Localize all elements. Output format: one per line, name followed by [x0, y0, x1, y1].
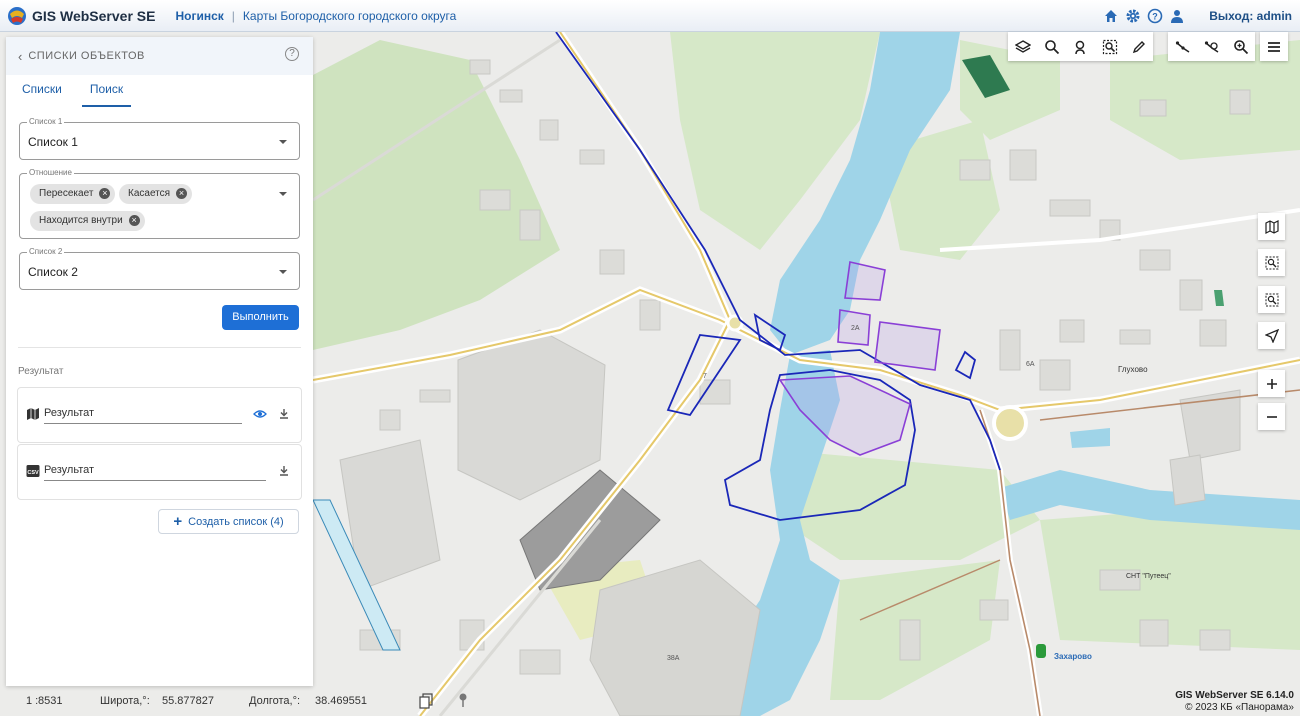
relation-select[interactable]: Отношение Пересекает × Касается × Находи… [19, 168, 300, 239]
version-text: GIS WebServer SE 6.14.0 [1175, 690, 1294, 701]
result-item[interactable]: CSV Результат [17, 444, 302, 500]
result-name: Результат [44, 407, 95, 419]
chip-remove-icon[interactable]: × [176, 188, 188, 199]
latitude-value: 55.877827 [162, 695, 214, 707]
title-separator: | [231, 8, 235, 23]
tab-lists[interactable]: Списки [14, 75, 70, 107]
roundabout [992, 405, 1028, 441]
building [1169, 454, 1206, 506]
search-object-icon[interactable] [1066, 32, 1095, 61]
help-icon[interactable]: ? [1147, 8, 1163, 24]
panel-tabs: Списки Поиск [6, 75, 313, 107]
header-actions: ? Выход: admin [1103, 0, 1292, 32]
scale-value: 8531 [38, 695, 63, 707]
svg-text:?: ? [1153, 12, 1159, 22]
app-logo-icon [8, 6, 26, 25]
map-label-glukhovo: Глухово [1118, 365, 1148, 374]
latitude-label: Широта,°: [100, 695, 150, 707]
layers-icon[interactable] [1008, 32, 1037, 61]
result-name: Результат [44, 464, 95, 476]
chip-label: Находится внутри [39, 215, 123, 226]
zoom-region-icon[interactable] [1258, 249, 1285, 276]
run-button[interactable]: Выполнить [222, 305, 299, 330]
measure-area-icon[interactable] [1197, 32, 1226, 61]
map-view-icon[interactable] [1258, 213, 1285, 240]
copy-icon[interactable] [419, 693, 433, 709]
zoom-icon[interactable] [1226, 32, 1255, 61]
logout-link[interactable]: Выход: admin [1209, 9, 1292, 23]
relation-chip[interactable]: Находится внутри × [30, 211, 145, 231]
chip-remove-icon[interactable]: × [99, 188, 111, 199]
edit-icon[interactable] [1124, 32, 1153, 61]
relation-chip[interactable]: Касается × [119, 184, 193, 204]
plus-icon: + [173, 513, 183, 530]
search-icon[interactable] [1037, 32, 1066, 61]
result-section-title: Результат [18, 366, 64, 377]
measure-icon[interactable] [1168, 32, 1197, 61]
create-list-label: Создать список (4) [188, 516, 284, 528]
object-lists-panel: ‹ СПИСКИ ОБЪЕКТОВ ? Списки Поиск Список … [6, 37, 313, 686]
user-icon[interactable] [1169, 8, 1185, 24]
result-underline [44, 423, 242, 424]
chevron-down-icon [279, 192, 287, 196]
panel-header: ‹ СПИСКИ ОБЪЕКТОВ ? [6, 37, 313, 75]
top-bar: GIS WebServer SE Ногинск | Карты Богород… [0, 0, 1300, 32]
divider [18, 347, 301, 348]
bus-stop-icon [1036, 644, 1046, 658]
list1-select[interactable]: Список 1 Список 1 [19, 117, 300, 160]
chevron-down-icon [279, 140, 287, 144]
map-toolbar-main [1008, 32, 1153, 61]
longitude-label: Долгота,°: [249, 695, 301, 707]
app-title: GIS WebServer SE [32, 7, 156, 24]
result-underline [44, 480, 266, 481]
map-label-snt: СНТ "Путеец" [1126, 573, 1171, 580]
scale-label: 1 : [26, 695, 39, 707]
locate-icon[interactable] [1258, 322, 1285, 349]
tab-search[interactable]: Поиск [81, 75, 132, 107]
map-label-7: 7 [703, 373, 707, 380]
list2-select[interactable]: Список 2 Список 2 [19, 247, 300, 290]
project-link[interactable]: Ногинск [175, 9, 223, 23]
map-toolbar-measure [1168, 32, 1255, 61]
panel-title: СПИСКИ ОБЪЕКТОВ [28, 50, 145, 62]
status-bar: 1 : 8531 Широта,°: 55.877827 Долгота,°: … [0, 686, 500, 716]
map-label-zakharovo: Захарово [1054, 652, 1092, 661]
result-item[interactable]: Результат [17, 387, 302, 443]
menu-icon[interactable] [1260, 32, 1288, 61]
help-icon[interactable]: ? [285, 47, 299, 61]
zoom-out-icon[interactable] [1258, 403, 1285, 430]
zoom-in-icon[interactable] [1258, 370, 1285, 397]
map-title: Карты Богородского городского округа [242, 8, 457, 23]
chip-remove-icon[interactable]: × [128, 215, 140, 226]
create-list-button[interactable]: + Создать список (4) [158, 509, 299, 534]
list2-legend: Список 2 [27, 247, 65, 256]
gear-icon[interactable] [1125, 8, 1141, 24]
list1-value: Список 1 [28, 135, 78, 149]
list1-legend: Список 1 [27, 117, 65, 126]
chevron-down-icon [279, 270, 287, 274]
zoom-rect-icon[interactable] [1258, 286, 1285, 313]
relation-chip[interactable]: Пересекает × [30, 184, 116, 204]
longitude-value: 38.469551 [315, 695, 367, 707]
map-icon [27, 408, 39, 420]
download-icon[interactable] [277, 407, 291, 421]
back-chevron-icon[interactable]: ‹ [18, 49, 22, 64]
home-icon[interactable] [1103, 8, 1119, 24]
pin-icon[interactable] [457, 692, 469, 708]
list2-value: Список 2 [28, 265, 78, 279]
relation-legend: Отношение [27, 168, 74, 177]
copyright-text: © 2023 КБ «Панорама» [1185, 702, 1294, 713]
csv-icon: CSV [26, 465, 40, 477]
map-label-2a: 2А [851, 325, 860, 332]
svg-text:CSV: CSV [27, 470, 39, 476]
map-label-38a: 38А [667, 655, 680, 662]
eye-icon[interactable] [253, 407, 267, 421]
footer-copyright: GIS WebServer SE 6.14.0 © 2023 КБ «Панор… [1175, 690, 1294, 714]
download-icon[interactable] [277, 464, 291, 478]
map-toolbar-menu [1260, 32, 1288, 61]
chip-label: Касается [128, 188, 171, 199]
map-label-6a: 6А [1026, 361, 1035, 368]
area-search-icon[interactable] [1095, 32, 1124, 61]
chip-label: Пересекает [39, 188, 94, 199]
